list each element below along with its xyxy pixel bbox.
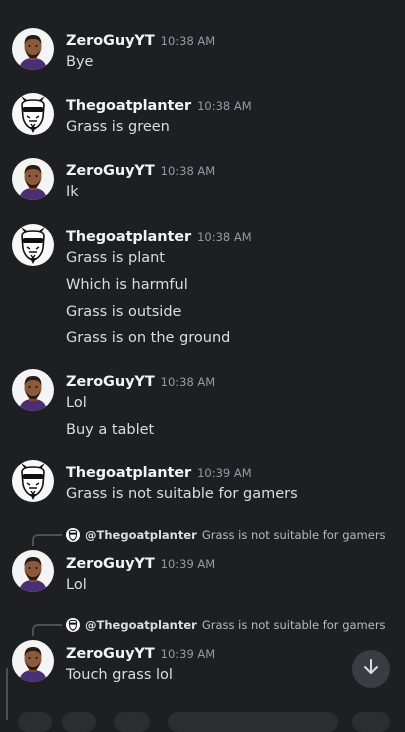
message-header: ZeroGuyYT 10:39 AM bbox=[66, 553, 215, 574]
reply-spine bbox=[32, 624, 62, 636]
reply-text: Grass is not suitable for gamers bbox=[201, 618, 386, 632]
message-text: Which is harmful bbox=[66, 277, 188, 293]
mic-button[interactable] bbox=[352, 712, 390, 732]
goat-avatar bbox=[66, 618, 80, 632]
goat-avatar[interactable] bbox=[12, 460, 54, 502]
message-text: Lol bbox=[66, 577, 87, 593]
author-name[interactable]: ZeroGuyYT bbox=[66, 33, 155, 49]
timestamp: 10:39 AM bbox=[160, 647, 216, 661]
message: ZeroGuyYT 10:38 AM Bye bbox=[0, 28, 405, 78]
arrow-down-icon bbox=[361, 657, 381, 681]
author-name[interactable]: Thegoatplanter bbox=[66, 229, 191, 245]
reply-message: @Thegoatplanter Grass is not suitable fo… bbox=[0, 526, 405, 598]
timestamp: 10:38 AM bbox=[197, 230, 252, 244]
message-text: Lol bbox=[66, 395, 87, 411]
message-text: Grass is outside bbox=[66, 304, 182, 320]
author-name[interactable]: ZeroGuyYT bbox=[66, 163, 155, 179]
message-text: Touch grass lol bbox=[66, 667, 173, 683]
message: ZeroGuyYT 10:38 AM Ik bbox=[0, 158, 405, 208]
message-feed: ZeroGuyYT 10:38 AM Bye Thegoatplanter 10:3… bbox=[0, 0, 405, 720]
timestamp: 10:38 AM bbox=[197, 99, 252, 113]
message-text: Buy a tablet bbox=[66, 422, 155, 438]
reply-preview[interactable]: @Thegoatplanter Grass is not suitable fo… bbox=[66, 526, 386, 544]
message-text: Bye bbox=[66, 54, 94, 70]
lebron-avatar[interactable] bbox=[12, 28, 54, 70]
gift-button[interactable] bbox=[114, 712, 150, 732]
message-text: Grass is on the ground bbox=[66, 330, 231, 346]
lebron-avatar[interactable] bbox=[12, 158, 54, 200]
goat-avatar[interactable] bbox=[12, 93, 54, 135]
message: Thegoatplanter 10:38 AM Grass is green bbox=[0, 93, 405, 143]
message-header: ZeroGuyYT 10:39 AM bbox=[66, 643, 215, 664]
lebron-avatar[interactable] bbox=[12, 369, 54, 411]
message-header: ZeroGuyYT 10:38 AM bbox=[66, 371, 215, 392]
message-header: Thegoatplanter 10:38 AM bbox=[66, 226, 252, 247]
timestamp: 10:38 AM bbox=[160, 34, 216, 48]
message-header: ZeroGuyYT 10:38 AM bbox=[66, 160, 215, 181]
message-text: Grass is green bbox=[66, 119, 170, 135]
plus-button[interactable] bbox=[18, 712, 52, 732]
timestamp: 10:38 AM bbox=[160, 164, 216, 178]
message-text: Ik bbox=[66, 184, 79, 200]
reply-author[interactable]: @Thegoatplanter bbox=[85, 526, 197, 544]
message-header: Thegoatplanter 10:38 AM bbox=[66, 95, 252, 116]
reply-message: @Thegoatplanter Grass is not suitable fo… bbox=[0, 616, 405, 688]
timestamp: 10:39 AM bbox=[197, 466, 252, 480]
reply-spine bbox=[32, 534, 62, 546]
lebron-avatar[interactable] bbox=[12, 550, 54, 592]
message: ZeroGuyYT 10:38 AM Lol Buy a tablet bbox=[0, 369, 405, 445]
reply-preview[interactable]: @Thegoatplanter Grass is not suitable fo… bbox=[66, 616, 386, 634]
timestamp: 10:39 AM bbox=[160, 557, 216, 571]
message-text: Grass is plant bbox=[66, 250, 165, 266]
lebron-avatar[interactable] bbox=[12, 640, 54, 682]
apps-button[interactable] bbox=[62, 712, 96, 732]
message-input[interactable] bbox=[168, 712, 338, 732]
message-header: ZeroGuyYT 10:38 AM bbox=[66, 30, 215, 51]
author-name[interactable]: ZeroGuyYT bbox=[66, 374, 155, 390]
goat-avatar bbox=[66, 528, 80, 542]
timestamp: 10:38 AM bbox=[160, 375, 216, 389]
message-text: Grass is not suitable for gamers bbox=[66, 486, 298, 502]
message: Thegoatplanter 10:39 AM Grass is not suit… bbox=[0, 460, 405, 510]
author-name[interactable]: ZeroGuyYT bbox=[66, 646, 155, 662]
message: Thegoatplanter 10:38 AM Grass is plant Wh… bbox=[0, 224, 405, 354]
author-name[interactable]: Thegoatplanter bbox=[66, 465, 191, 481]
composer-bar bbox=[0, 706, 405, 732]
goat-avatar[interactable] bbox=[12, 224, 54, 266]
reply-author[interactable]: @Thegoatplanter bbox=[85, 616, 197, 634]
message-header: Thegoatplanter 10:39 AM bbox=[66, 462, 252, 483]
author-name[interactable]: ZeroGuyYT bbox=[66, 556, 155, 572]
reply-text: Grass is not suitable for gamers bbox=[201, 528, 386, 542]
author-name[interactable]: Thegoatplanter bbox=[66, 98, 191, 114]
jump-to-present-button[interactable] bbox=[352, 650, 390, 688]
